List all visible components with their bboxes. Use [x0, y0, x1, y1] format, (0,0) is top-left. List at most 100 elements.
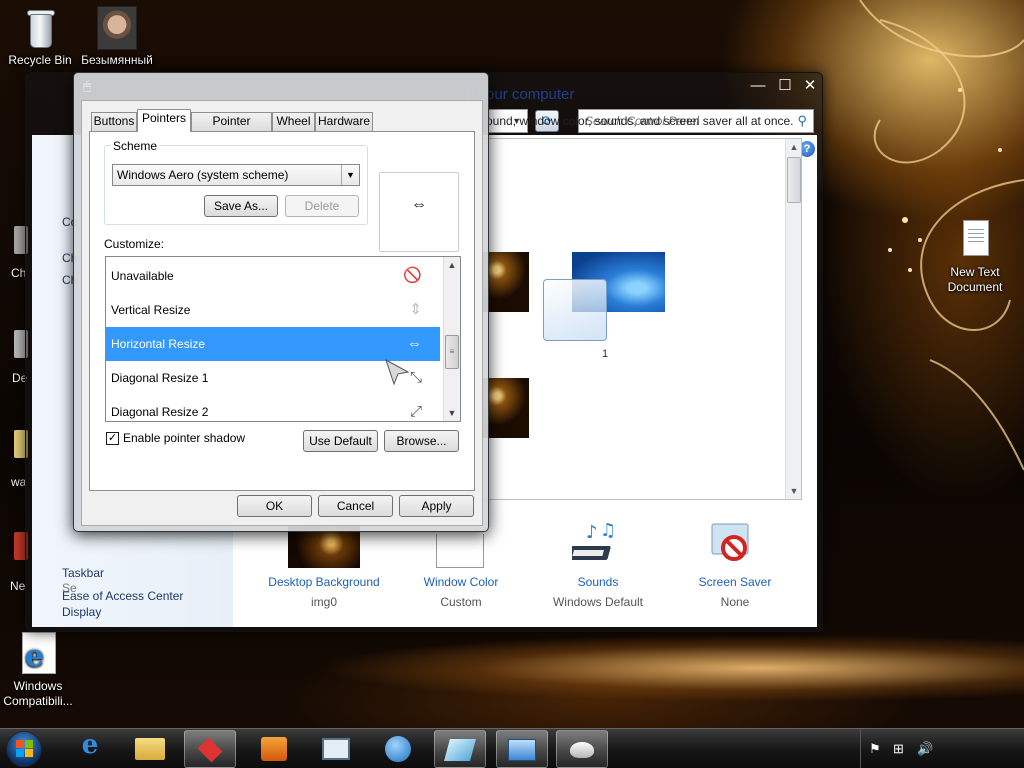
pointer-preview: ⇔ [379, 172, 459, 252]
desktop-icon-windows-compat[interactable]: e Windows Compatibili... [0, 632, 78, 709]
internet-explorer-icon: e [16, 632, 60, 676]
scroll-thumb[interactable]: ≡ [445, 335, 459, 369]
screen-saver-link[interactable]: Screen Saver [670, 575, 800, 589]
desktop-icon-recycle-bin[interactable]: Recycle Bin [0, 6, 80, 68]
text-document-icon [953, 218, 997, 262]
dialog-body: Buttons Pointers Pointer Options Wheel H… [81, 100, 483, 526]
browser-icon [385, 736, 411, 762]
list-item-label: Horizontal Resize [111, 337, 206, 351]
sidebar-link-taskbar[interactable]: Taskbar [62, 566, 104, 580]
screen-saver-icon[interactable] [710, 520, 758, 568]
list-item[interactable]: Vertical Resize ⇕ [106, 293, 440, 327]
taskbar-glass[interactable] [434, 730, 486, 768]
scroll-up-icon[interactable]: ▲ [444, 257, 460, 273]
theme-thumbnail[interactable] [483, 252, 529, 312]
pointer-shadow-checkbox[interactable]: ✓ [106, 432, 119, 445]
taskbar-internet-explorer[interactable]: e [64, 730, 116, 768]
customize-label: Customize: [104, 237, 165, 251]
save-as-button[interactable]: Save As... [204, 195, 278, 217]
taskbar-remote-desktop[interactable] [310, 730, 362, 768]
scroll-thumb[interactable] [787, 157, 801, 203]
delete-button[interactable]: Delete [285, 195, 359, 217]
taskbar-mouse[interactable] [556, 730, 608, 768]
theme-glass-preview [543, 279, 607, 341]
sounds-link[interactable]: Sounds [533, 575, 663, 589]
desktop-background-item[interactable]: Desktop Background img0 [259, 575, 389, 609]
desktop-background-swatch[interactable] [288, 526, 360, 568]
volume-icon[interactable]: 🔊 [917, 741, 933, 757]
scheme-select[interactable]: Windows Aero (system scheme) ▼ [112, 164, 360, 186]
taskbar-control-panel[interactable] [496, 730, 548, 768]
close-button[interactable]: ✕ [796, 77, 824, 95]
screen-saver-item[interactable]: Screen Saver None [670, 575, 800, 609]
start-button[interactable] [0, 729, 54, 768]
list-item[interactable]: Unavailable 🚫 [106, 259, 440, 293]
system-tray: ⚑ ⊞ 🔊 [860, 729, 1024, 768]
app-red-icon [197, 737, 223, 763]
sounds-item[interactable]: Sounds Windows Default [533, 575, 663, 609]
tab-pointer-options[interactable]: Pointer Options [191, 112, 272, 145]
sidebar-link-display[interactable]: Display [62, 605, 101, 619]
diagonal-resize-2-icon: ⤢ [409, 403, 422, 420]
recycle-bin-icon [18, 6, 62, 50]
theme-thumbnail[interactable] [483, 378, 529, 438]
use-default-button[interactable]: Use Default [303, 430, 378, 452]
maximize-button[interactable]: ☐ [771, 77, 799, 95]
window-color-swatch[interactable] [436, 534, 484, 568]
horizontal-resize-icon: ⇔ [411, 196, 427, 213]
pointer-list-scrollbar[interactable]: ▲ ≡ ▼ [443, 257, 460, 421]
sounds-icon[interactable]: ♪ ♫ [572, 520, 622, 568]
desktop-icon-label: New Text Document [947, 265, 1003, 294]
remote-desktop-icon [322, 738, 350, 760]
taskbar-media-player[interactable] [248, 730, 300, 768]
dialog-close-button[interactable] [456, 76, 482, 92]
list-item-selected[interactable]: Horizontal Resize ⇔ [106, 327, 440, 361]
edge-label: Ne [10, 579, 26, 593]
tab-hardware[interactable]: Hardware [315, 112, 373, 131]
scroll-up-icon[interactable]: ▲ [786, 139, 802, 155]
mouse-properties-dialog: 🖱 Buttons Pointers Pointer Options Wheel… [73, 72, 489, 532]
mouse-icon: 🖱 [83, 78, 91, 93]
scheme-select-value: Windows Aero (system scheme) [117, 168, 289, 182]
media-player-icon [261, 737, 287, 761]
mouse-icon [570, 742, 594, 758]
taskbar: e ⚑ ⊞ 🔊 [0, 728, 1024, 768]
theme-caption: 1 [602, 348, 609, 360]
desktop-icon-photo[interactable]: Безымянный [77, 6, 157, 68]
tab-wheel[interactable]: Wheel [272, 112, 315, 131]
desktop-background-value: img0 [310, 595, 337, 609]
theme-scrollbar[interactable]: ▲ ▼ [785, 139, 801, 499]
desktop-icon-text-document[interactable]: New Text Document [935, 218, 1015, 295]
ok-button[interactable]: OK [237, 495, 312, 517]
pointer-list[interactable]: Unavailable 🚫 Vertical Resize ⇕ Horizont… [105, 256, 461, 422]
list-item-label: Vertical Resize [111, 303, 191, 317]
svg-text:♪: ♪ [586, 522, 598, 543]
scroll-down-icon[interactable]: ▼ [786, 483, 802, 499]
taskbar-app-red[interactable] [184, 730, 236, 768]
taskbar-browser[interactable] [372, 730, 424, 768]
tab-buttons[interactable]: Buttons [91, 112, 137, 131]
window-color-item[interactable]: Window Color Custom [396, 575, 526, 609]
network-icon[interactable]: ⊞ [893, 741, 904, 757]
vertical-resize-icon: ⇕ [409, 301, 422, 318]
screen-saver-value: None [720, 595, 750, 609]
control-panel-icon [508, 739, 536, 761]
window-color-value: Custom [440, 595, 482, 609]
browse-button[interactable]: Browse... [384, 430, 459, 452]
search-icon[interactable]: ⚲ [797, 113, 807, 129]
list-item[interactable]: Diagonal Resize 2 ⤢ [106, 395, 440, 421]
chevron-down-icon: ▼ [341, 165, 359, 185]
cancel-button[interactable]: Cancel [318, 495, 393, 517]
action-center-flag-icon[interactable]: ⚑ [869, 741, 881, 757]
windows-logo-icon [6, 731, 42, 767]
taskbar-explorer[interactable] [124, 730, 176, 768]
scroll-down-icon[interactable]: ▼ [444, 405, 460, 421]
window-color-link[interactable]: Window Color [396, 575, 526, 589]
tab-pointers[interactable]: Pointers [137, 109, 191, 132]
scheme-label: Scheme [111, 139, 160, 153]
svg-text:♫: ♫ [600, 520, 616, 541]
apply-button[interactable]: Apply [399, 495, 474, 517]
sidebar-link-ease-of-access[interactable]: Ease of Access Center [62, 589, 183, 603]
desktop-icon-label: Безымянный [81, 53, 153, 67]
desktop-background-link[interactable]: Desktop Background [259, 575, 389, 589]
